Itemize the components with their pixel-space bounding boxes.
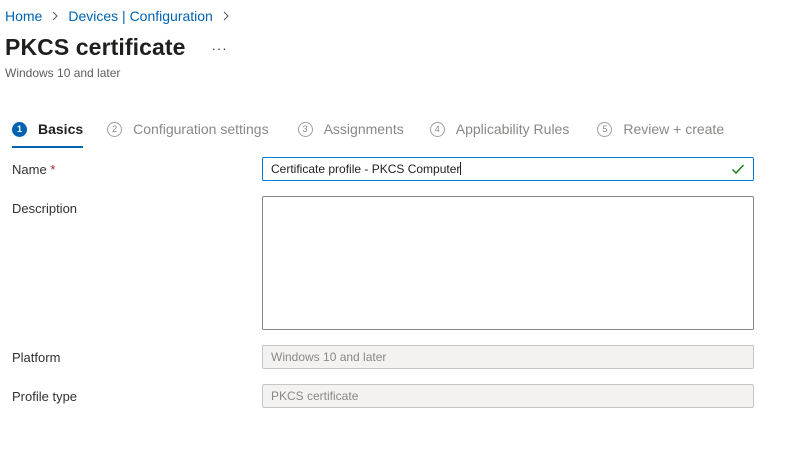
profile-type-label: Profile type — [12, 389, 78, 404]
name-label: Name * — [12, 162, 55, 177]
checkmark-icon — [731, 163, 745, 175]
step-basics[interactable]: 1 Basics — [12, 121, 84, 148]
step-label: Basics — [38, 121, 84, 137]
profile-type-value: PKCS certificate — [271, 389, 359, 403]
step-label: Applicability Rules — [455, 121, 570, 137]
title-row: PKCS certificate ··· — [5, 34, 228, 61]
page-title: PKCS certificate — [5, 34, 186, 60]
profile-type-field: PKCS certificate — [262, 384, 754, 408]
pkcs-certificate-page: Home Devices | Configuration PKCS certif… — [0, 0, 801, 456]
breadcrumb: Home Devices | Configuration — [5, 6, 239, 26]
step-assignments[interactable]: 3 Assignments — [297, 121, 404, 137]
more-options-button[interactable]: ··· — [212, 42, 228, 55]
wizard-steps: 1 Basics 2 Configuration settings 3 Assi… — [12, 117, 724, 148]
step-review-create[interactable]: 5 Review + create — [597, 121, 724, 137]
platform-value: Windows 10 and later — [271, 350, 387, 364]
page-subtitle: Windows 10 and later — [5, 66, 121, 80]
breadcrumb-home-link[interactable]: Home — [5, 8, 42, 24]
step-label: Assignments — [323, 121, 404, 137]
name-input-value: Certificate profile - PKCS Computer — [271, 162, 731, 176]
step-configuration-settings[interactable]: 2 Configuration settings — [107, 121, 269, 137]
chevron-right-icon — [217, 7, 235, 25]
name-label-text: Name — [12, 162, 47, 177]
chevron-right-icon — [46, 7, 64, 25]
step-number: 2 — [107, 121, 123, 137]
required-marker: * — [50, 162, 56, 177]
step-label: Review + create — [623, 121, 725, 137]
breadcrumb-devices-configuration-link[interactable]: Devices | Configuration — [68, 8, 212, 24]
step-number: 3 — [297, 121, 313, 137]
step-number: 1 — [12, 121, 27, 137]
description-textarea[interactable] — [262, 196, 754, 330]
description-label: Description — [12, 201, 78, 216]
step-number: 5 — [597, 121, 613, 137]
platform-label: Platform — [12, 350, 61, 365]
text-cursor — [460, 162, 462, 175]
step-number: 4 — [429, 121, 445, 137]
step-label: Configuration settings — [133, 121, 269, 137]
name-input-text: Certificate profile - PKCS Computer — [271, 162, 461, 176]
step-applicability-rules[interactable]: 4 Applicability Rules — [429, 121, 570, 137]
name-input[interactable]: Certificate profile - PKCS Computer — [262, 157, 754, 181]
platform-field: Windows 10 and later — [262, 345, 754, 369]
